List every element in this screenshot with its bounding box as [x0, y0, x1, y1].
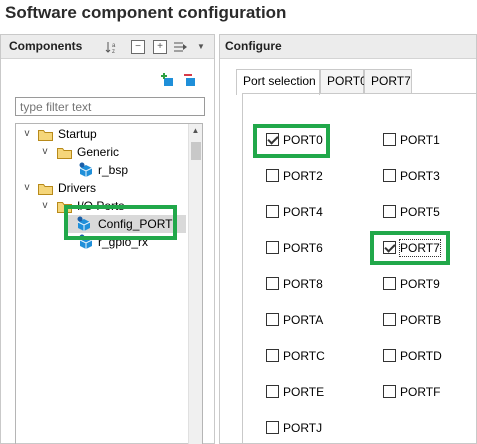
port-checkbox[interactable] — [266, 169, 279, 182]
port-option-d[interactable]: PORTD — [383, 348, 442, 364]
port-option-3[interactable]: PORT3 — [383, 168, 440, 184]
port-checkbox[interactable] — [266, 349, 279, 362]
port-label: PORT2 — [283, 169, 323, 183]
port-label: PORTD — [400, 349, 442, 363]
port-option-f[interactable]: PORTF — [383, 384, 440, 400]
port-checkbox[interactable] — [383, 133, 396, 146]
sort-icon[interactable]: az — [105, 40, 119, 55]
port-option-4[interactable]: PORT4 — [266, 204, 323, 220]
port-label: PORT8 — [283, 277, 323, 291]
folder-icon — [57, 146, 72, 159]
scroll-thumb[interactable] — [191, 142, 201, 160]
port-option-2[interactable]: PORT2 — [266, 168, 323, 184]
components-panel-header: Components az − + ▼ — [1, 35, 214, 59]
port-label: PORTA — [283, 313, 324, 327]
port-checkbox[interactable] — [266, 313, 279, 326]
port-label: PORT1 — [400, 133, 440, 147]
folder-icon — [38, 128, 53, 141]
port-option-6[interactable]: PORT6 — [266, 240, 323, 256]
port-checkbox[interactable] — [383, 277, 396, 290]
configure-panel-header: Configure — [220, 35, 476, 59]
port-checkbox[interactable] — [266, 421, 279, 434]
svg-text:z: z — [112, 49, 115, 54]
port-label: PORT6 — [283, 241, 323, 255]
port-option-b[interactable]: PORTB — [383, 312, 441, 328]
highlight-box-port0 — [253, 124, 330, 158]
port-label: PORT5 — [400, 205, 440, 219]
add-component-icon[interactable] — [161, 73, 175, 87]
chevron-down-icon[interactable]: v — [22, 179, 32, 197]
components-panel-title: Components — [9, 39, 83, 53]
port-checkbox[interactable] — [266, 205, 279, 218]
chevron-down-icon[interactable]: v — [40, 197, 50, 215]
chevron-down-icon[interactable]: v — [40, 143, 50, 161]
view-menu-icon[interactable] — [173, 40, 187, 54]
chevron-down-icon[interactable]: ▼ — [194, 40, 208, 54]
tree-node-label: Drivers — [58, 181, 96, 195]
tree-node-label: Startup — [58, 127, 97, 141]
tree-node-drivers[interactable]: v Drivers — [16, 179, 186, 197]
port-checkbox[interactable] — [383, 349, 396, 362]
port-checkbox[interactable] — [266, 385, 279, 398]
port-option-c[interactable]: PORTC — [266, 348, 325, 364]
port-label: PORT9 — [400, 277, 440, 291]
tree-node-r-bsp[interactable]: r_bsp — [16, 161, 186, 179]
component-icon — [78, 162, 94, 178]
chevron-down-icon[interactable]: v — [22, 125, 32, 143]
port-checkbox[interactable] — [266, 277, 279, 290]
port-checkbox[interactable] — [383, 205, 396, 218]
port-label: PORT4 — [283, 205, 323, 219]
highlight-box-config-port — [64, 205, 177, 240]
tree-node-generic[interactable]: v Generic — [16, 143, 186, 161]
port-label: PORTF — [400, 385, 441, 399]
component-tree: ▲ v Startup v Generic r_bsp v Drivers v … — [15, 123, 203, 444]
port-checkbox[interactable] — [383, 313, 396, 326]
configure-panel-title: Configure — [225, 39, 282, 53]
port-label: PORTE — [283, 385, 325, 399]
folder-icon — [38, 182, 53, 195]
tree-node-label: r_bsp — [98, 163, 129, 177]
tree-node-label: Generic — [77, 145, 120, 159]
port-option-8[interactable]: PORT8 — [266, 276, 323, 292]
port-label: PORTC — [283, 349, 325, 363]
port-option-j[interactable]: PORTJ — [266, 420, 322, 436]
port-checkbox[interactable] — [383, 169, 396, 182]
port-option-5[interactable]: PORT5 — [383, 204, 440, 220]
tab-port0[interactable]: PORT0 — [320, 69, 367, 93]
expand-all-icon[interactable]: + — [153, 40, 167, 54]
scroll-up-icon[interactable]: ▲ — [189, 124, 202, 138]
port-label: PORTB — [400, 313, 442, 327]
port-checkbox[interactable] — [266, 241, 279, 254]
port-label: PORTJ — [283, 421, 323, 435]
tab-port7[interactable]: PORT7 — [364, 69, 412, 93]
port-option-a[interactable]: PORTA — [266, 312, 323, 328]
filter-input[interactable] — [15, 97, 205, 116]
tab-port-selection[interactable]: Port selection — [236, 69, 320, 95]
remove-component-icon[interactable] — [183, 73, 197, 87]
port-option-e[interactable]: PORTE — [266, 384, 324, 400]
page-title: Software component configuration — [5, 3, 287, 22]
tree-scrollbar[interactable]: ▲ — [188, 124, 202, 444]
tree-node-startup[interactable]: v Startup — [16, 125, 186, 143]
port-checkbox[interactable] — [383, 385, 396, 398]
port-label: PORT3 — [400, 169, 440, 183]
highlight-box-port7 — [370, 231, 450, 265]
collapse-all-icon[interactable]: − — [131, 40, 145, 54]
port-option-9[interactable]: PORT9 — [383, 276, 440, 292]
port-option-1[interactable]: PORT1 — [383, 132, 440, 148]
